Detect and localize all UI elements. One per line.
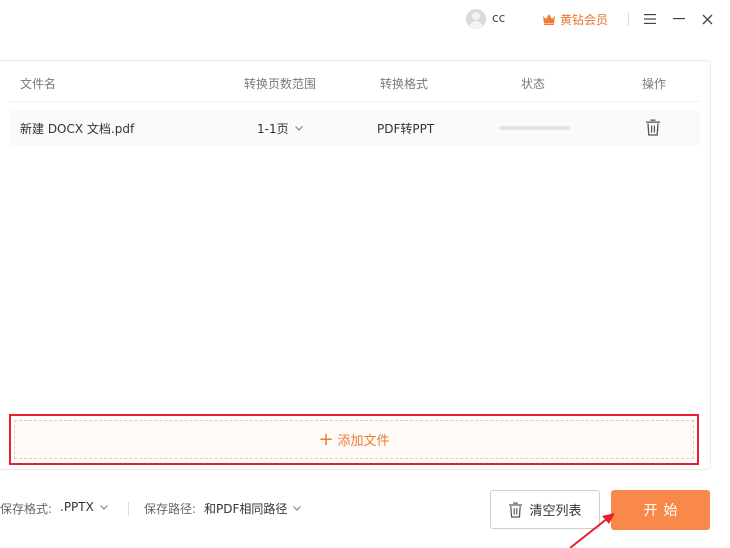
trash-icon	[646, 119, 660, 136]
save-path-label: 保存路径:	[144, 502, 197, 516]
row-format: PDF转PPT	[377, 122, 435, 136]
minimize-button[interactable]	[670, 9, 688, 29]
chevron-down-icon	[294, 126, 303, 131]
chevron-down-icon	[99, 504, 108, 510]
trash-icon	[509, 502, 523, 518]
close-icon	[702, 14, 712, 24]
delete-row-button[interactable]	[645, 119, 663, 137]
row-filename: 新建 DOCX 文档.pdf	[20, 122, 135, 136]
add-file-highlight: + 添加文件	[9, 414, 699, 465]
crown-icon	[543, 14, 555, 25]
save-format-value: .PPTX	[60, 500, 94, 514]
chevron-down-icon	[293, 506, 302, 511]
header-action: 操作	[642, 77, 667, 91]
annotation-arrow-icon	[569, 513, 615, 548]
header-status: 状态	[521, 77, 546, 91]
header-divider	[10, 101, 700, 102]
add-file-button[interactable]: + 添加文件	[14, 420, 694, 459]
start-label: 开始	[643, 503, 684, 519]
menu-icon	[644, 14, 656, 24]
username[interactable]: cc	[492, 11, 505, 25]
title-bar: cc 黄钻会员	[0, 0, 730, 38]
header-page-range: 转换页数范围	[244, 77, 317, 91]
save-format-label: 保存格式:	[0, 502, 53, 516]
avatar[interactable]	[466, 9, 486, 29]
start-button[interactable]: 开始	[611, 490, 710, 530]
menu-button[interactable]	[641, 9, 659, 29]
page-range-value: 1-1页	[257, 122, 289, 136]
progress-bar	[499, 126, 570, 130]
add-file-label: 添加文件	[337, 434, 390, 449]
vip-label: 黄钻会员	[560, 12, 609, 27]
table-header: 文件名 转换页数范围 转换格式 状态 操作	[0, 61, 700, 101]
table-row[interactable]: 新建 DOCX 文档.pdf 1-1页 PDF转PPT	[10, 110, 700, 146]
header-format: 转换格式	[380, 77, 429, 91]
plus-icon: +	[318, 428, 334, 450]
page-range-select[interactable]: 1-1页	[257, 120, 303, 137]
vip-member-button[interactable]: 黄钻会员	[542, 9, 608, 29]
save-format-select[interactable]: .PPTX	[60, 500, 108, 514]
file-list-panel: 文件名 转换页数范围 转换格式 状态 操作 新建 DOCX 文档.pdf 1-1…	[0, 60, 711, 470]
divider	[628, 12, 629, 26]
divider	[128, 502, 129, 516]
save-path-value: 和PDF相同路径	[204, 502, 288, 516]
save-path-select[interactable]: 和PDF相同路径	[204, 500, 302, 517]
header-filename: 文件名	[20, 77, 57, 91]
minimize-icon	[673, 18, 685, 20]
close-button[interactable]	[698, 9, 716, 29]
